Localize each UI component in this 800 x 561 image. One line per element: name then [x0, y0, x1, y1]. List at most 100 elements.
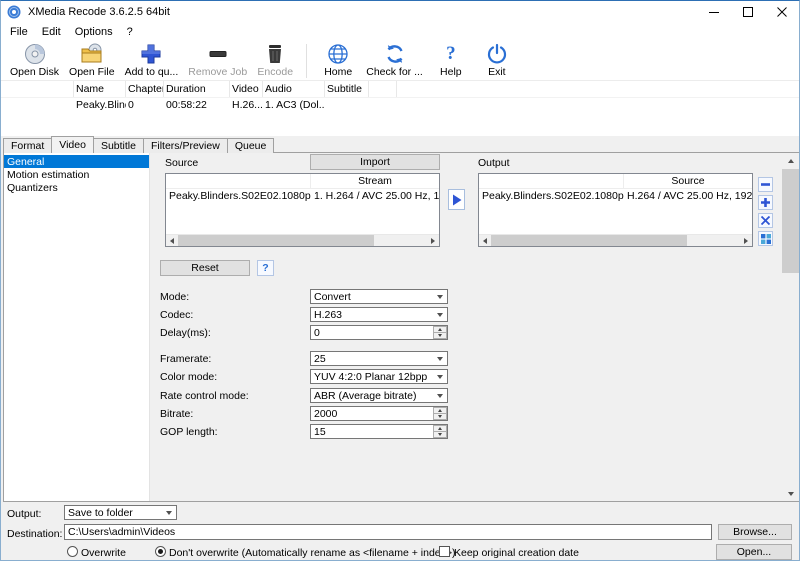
column-name[interactable]: Name [74, 81, 126, 97]
job-subtitle [325, 98, 369, 113]
power-icon [486, 42, 508, 66]
minimize-button[interactable] [697, 1, 731, 23]
menu-help[interactable]: ? [120, 25, 140, 39]
tab-subtitle[interactable]: Subtitle [93, 138, 144, 153]
dont-overwrite-radio[interactable] [155, 546, 166, 557]
column-chapters[interactable]: Chapters [126, 81, 164, 97]
toolbar-separator [306, 44, 307, 78]
output-stream-list[interactable]: Source Peaky.Blinders.S02E02.1080p.rus.L… [478, 173, 753, 247]
remove-job-button[interactable]: Remove Job [183, 42, 252, 80]
spin-up-icon[interactable] [433, 407, 447, 414]
source-stream-row[interactable]: Peaky.Blinders.S02E02.1080p.rus... 1. H.… [166, 189, 439, 204]
reset-button[interactable]: Reset [160, 260, 250, 276]
sidebar-item-general[interactable]: General [4, 155, 149, 168]
destination-input[interactable] [64, 524, 712, 540]
column-audio[interactable]: Audio [263, 81, 325, 97]
source-horizontal-scrollbar[interactable] [166, 234, 439, 246]
bitrate-spinner[interactable]: 2000 [310, 406, 448, 421]
field-help-button[interactable]: ? [257, 260, 274, 276]
sidebar-item-motion-estimation[interactable]: Motion estimation [4, 168, 149, 181]
output-stream-row[interactable]: Peaky.Blinders.S02E02.1080p.rus.Lo... H.… [479, 189, 752, 204]
refresh-icon [383, 42, 407, 66]
spin-up-icon[interactable] [433, 425, 447, 432]
titlebar[interactable]: XMedia Recode 3.6.2.5 64bit [1, 1, 799, 23]
dont-overwrite-label[interactable]: Don't overwrite (Automatically rename as… [169, 547, 456, 559]
scrollbar-thumb[interactable] [491, 235, 687, 246]
sidebar-item-quantizers[interactable]: Quantizers [4, 181, 149, 194]
maximize-button[interactable] [731, 1, 765, 23]
scroll-up-icon[interactable] [782, 153, 799, 168]
home-button[interactable]: Home [315, 42, 361, 80]
close-button[interactable] [765, 1, 799, 23]
overwrite-label[interactable]: Overwrite [81, 547, 126, 559]
scroll-left-icon[interactable] [479, 235, 491, 246]
gop-length-label: GOP length: [160, 426, 218, 438]
open-folder-icon [80, 42, 104, 66]
exit-button[interactable]: Exit [474, 42, 520, 80]
output-mode-select[interactable]: Save to folder [64, 505, 177, 520]
tab-format[interactable]: Format [3, 138, 52, 153]
scroll-right-icon[interactable] [427, 235, 439, 246]
panel-vertical-scrollbar[interactable] [782, 153, 799, 501]
menu-file[interactable]: File [3, 25, 35, 39]
menu-edit[interactable]: Edit [35, 25, 68, 39]
tab-video[interactable]: Video [51, 136, 94, 153]
color-mode-select[interactable]: YUV 4:2:0 Planar 12bpp [310, 369, 448, 384]
framerate-select[interactable]: 25 [310, 351, 448, 366]
output-file-name: Peaky.Blinders.S02E02.1080p.rus.Lo... [479, 189, 624, 204]
menu-options[interactable]: Options [68, 25, 120, 39]
column-duration[interactable]: Duration [164, 81, 230, 97]
tab-filters-preview[interactable]: Filters/Preview [143, 138, 228, 153]
output-stream-info: H.264 / AVC 25.00 Hz, 1920 x 108 [624, 189, 752, 204]
app-icon [7, 5, 21, 19]
add-stream-to-output-button[interactable] [448, 189, 465, 210]
encode-button[interactable]: Encode [252, 42, 298, 80]
gop-length-spinner[interactable]: 15 [310, 424, 448, 439]
rate-control-select[interactable]: ABR (Average bitrate) [310, 388, 448, 403]
grid-icon [761, 234, 771, 244]
open-file-button[interactable]: Open File [64, 42, 120, 80]
column-video[interactable]: Video [230, 81, 263, 97]
scroll-down-icon[interactable] [782, 486, 799, 501]
keep-date-checkbox[interactable] [439, 546, 450, 557]
plus-icon [140, 42, 162, 66]
browse-button[interactable]: Browse... [718, 524, 792, 540]
disc-icon [23, 42, 47, 66]
delay-spinner[interactable]: 0 [310, 325, 448, 340]
open-disk-button[interactable]: Open Disk [5, 42, 64, 80]
scrollbar-thumb[interactable] [178, 235, 374, 246]
settings-tabs: Format Video Subtitle Filters/Preview Qu… [3, 136, 274, 153]
clear-streams-button[interactable] [758, 213, 773, 228]
column-subtitle[interactable]: Subtitle [325, 81, 369, 97]
job-row[interactable]: Peaky.Blind... 0 00:58:22 H.26... 1. AC3… [1, 98, 799, 113]
mode-select[interactable]: Convert [310, 289, 448, 304]
scroll-right-icon[interactable] [740, 235, 752, 246]
import-button[interactable]: Import [310, 154, 440, 170]
help-button[interactable]: ? Help [428, 42, 474, 80]
spin-down-icon[interactable] [433, 333, 447, 339]
job-list[interactable]: Name Chapters Duration Video Audio Subti… [1, 81, 799, 136]
check-updates-button[interactable]: Check for ... [361, 42, 428, 80]
rate-control-label: Rate control mode: [160, 390, 249, 402]
keep-date-label[interactable]: Keep original creation date [454, 547, 579, 559]
output-mode-label: Output: [7, 508, 41, 520]
add-stream-button[interactable] [758, 195, 773, 210]
scrollbar-thumb[interactable] [782, 169, 799, 273]
output-horizontal-scrollbar[interactable] [479, 234, 752, 246]
spin-down-icon[interactable] [433, 414, 447, 420]
spin-down-icon[interactable] [433, 432, 447, 438]
remove-stream-button[interactable] [758, 177, 773, 192]
scroll-left-icon[interactable] [166, 235, 178, 246]
window-controls [697, 1, 799, 23]
open-output-button[interactable]: Open... [716, 544, 792, 560]
codec-label: Codec: [160, 309, 193, 321]
codec-select[interactable]: H.263 [310, 307, 448, 322]
delay-label: Delay(ms): [160, 327, 211, 339]
tab-queue[interactable]: Queue [227, 138, 275, 153]
overwrite-radio[interactable] [67, 546, 78, 557]
encode-bin-icon [264, 42, 286, 66]
stream-matrix-button[interactable] [758, 231, 773, 246]
spin-up-icon[interactable] [433, 326, 447, 333]
add-to-queue-button[interactable]: Add to qu... [120, 42, 184, 80]
source-stream-list[interactable]: Stream Peaky.Blinders.S02E02.1080p.rus..… [165, 173, 440, 247]
